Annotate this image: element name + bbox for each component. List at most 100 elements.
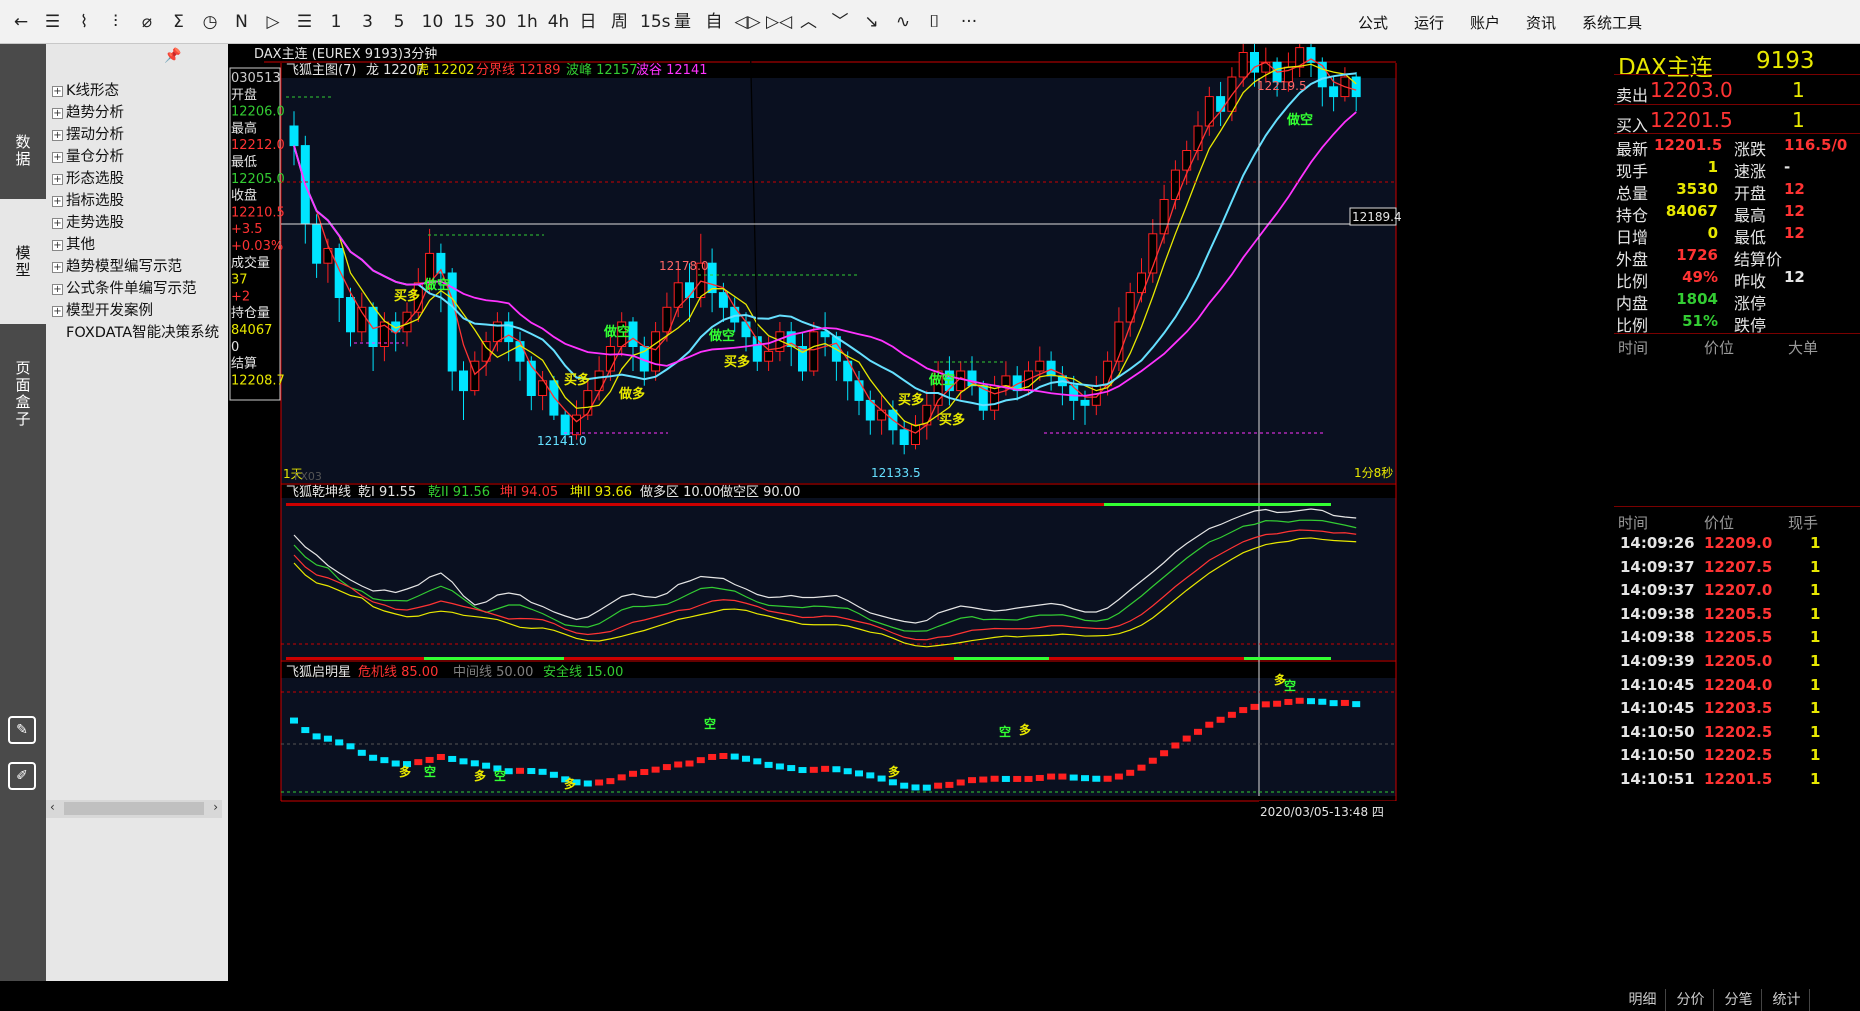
tree-item[interactable]: + 趋势分析 (52, 102, 228, 124)
expand-icon[interactable]: + (52, 262, 63, 273)
tab-model[interactable]: 模型 (0, 199, 46, 324)
toolbar-item-1[interactable]: ☰ (42, 10, 64, 34)
toolbar-item-6[interactable]: ◷ (199, 10, 221, 34)
menu-1[interactable]: 运行 (1414, 12, 1444, 33)
signal-label: 买多 (394, 288, 420, 304)
toolbar-item-19[interactable]: 周 (609, 10, 631, 34)
quote-label: 昨收 (1734, 272, 1767, 291)
expand-icon[interactable]: + (52, 108, 63, 119)
candle-body (922, 404, 932, 426)
toolbar-item-26[interactable]: ﹀ (829, 10, 851, 34)
horizontal-scrollbar[interactable]: ‹ › (46, 800, 222, 818)
toolbar-item-2[interactable]: ⌇ (73, 10, 95, 34)
expand-icon[interactable]: + (52, 284, 63, 295)
star-block (674, 761, 683, 768)
menu-3[interactable]: 资讯 (1526, 12, 1556, 33)
star-block (843, 768, 852, 775)
toolbar-item-8[interactable]: ▷ (262, 10, 284, 34)
toolbar-item-27[interactable]: ↘ (861, 10, 883, 34)
tree-item[interactable]: + 模型开发案例 (52, 300, 228, 322)
tick-price: 12207.0 (1704, 581, 1773, 600)
tree-item[interactable]: + K线形态 (52, 80, 228, 102)
star-block (956, 779, 965, 786)
tree-item[interactable]: + 其他 (52, 234, 228, 256)
formula-bulb-icon[interactable]: ✎ (8, 716, 36, 744)
toolbar-item-0[interactable]: ← (10, 10, 32, 34)
star-block (832, 766, 841, 773)
tree-item[interactable]: + 摆动分析 (52, 124, 228, 146)
tree-item[interactable]: + 趋势模型编写示范 (52, 256, 228, 278)
expand-icon[interactable]: + (52, 174, 63, 185)
expand-icon[interactable]: + (52, 218, 63, 229)
scroll-right-icon[interactable]: › (213, 800, 218, 814)
tree-item[interactable]: FOXDATA智能决策系统 (52, 322, 228, 344)
scroll-left-icon[interactable]: ‹ (50, 800, 55, 814)
expand-icon[interactable]: + (52, 130, 63, 141)
bottom-tab-3[interactable]: 统计 (1764, 989, 1810, 1011)
toolbar-item-30[interactable]: ··· (955, 10, 983, 34)
section2-header: 现手 (1788, 514, 1819, 532)
signal-label: 做多 (618, 386, 645, 402)
toolbar-item-18[interactable]: 日 (577, 10, 599, 34)
toolbar-item-29[interactable]: ⌷ (924, 10, 946, 34)
toolbar-item-25[interactable]: ︿ (798, 10, 820, 34)
star-block (1182, 735, 1191, 742)
star-block (787, 765, 796, 772)
main-legend-item: 分界线 12189 (476, 63, 561, 78)
tree-item[interactable]: + 形态选股 (52, 168, 228, 190)
tick-price: 12201.5 (1704, 770, 1773, 788)
toolbar-item-3[interactable]: ⫶ (105, 10, 127, 34)
tab-page-box[interactable]: 页面盒子 (0, 324, 46, 464)
toolbar-item-4[interactable]: ⌀ (136, 10, 158, 34)
tree-item[interactable]: + 走势选股 (52, 212, 228, 234)
toolbar-item-24[interactable]: ▷◁ (766, 10, 792, 34)
toolbar-item-15[interactable]: 30 (483, 10, 509, 34)
expand-icon[interactable]: + (52, 152, 63, 163)
bottom-tab-2[interactable]: 分笔 (1716, 989, 1762, 1011)
toolbar-item-14[interactable]: 15 (451, 10, 477, 34)
star-block (685, 760, 694, 767)
menu-4[interactable]: 系统工具 (1582, 12, 1642, 33)
main-legend-item: 波峰 12157 (566, 63, 638, 78)
toolbar-item-12[interactable]: 5 (388, 10, 410, 34)
toolbar-item-9[interactable]: ☰ (294, 10, 316, 34)
tree-item-label: 形态选股 (66, 171, 124, 187)
toolbar-item-5[interactable]: Σ (168, 10, 190, 34)
chart-area[interactable]: DAX主连 (EUREX 9193)3分钟 030513 开盘 12206.0 最高 12… (228, 0, 1614, 981)
toolbar-item-16[interactable]: 1h (514, 10, 540, 34)
toolbar-item-22[interactable]: 自 (703, 10, 725, 34)
info-box-value: +3.5 (231, 222, 263, 237)
star-block (1318, 698, 1327, 705)
star-legend-item: 安全线 15.00 (543, 664, 623, 680)
star-block (1295, 697, 1304, 704)
toolbar-item-28[interactable]: ∿ (892, 10, 914, 34)
toolbar-item-23[interactable]: ◁▷ (735, 10, 761, 34)
scrollbar-thumb[interactable] (64, 802, 204, 815)
pin-icon[interactable]: 📌 (164, 48, 181, 64)
bottom-tab-1[interactable]: 分价 (1668, 989, 1714, 1011)
toolbar-item-7[interactable]: N (231, 10, 253, 34)
expand-icon[interactable]: + (52, 86, 63, 97)
menu-0[interactable]: 公式 (1358, 12, 1388, 33)
bottom-tab-0[interactable]: 明细 (1620, 989, 1666, 1011)
tree-item[interactable]: + 指标选股 (52, 190, 228, 212)
tree-item[interactable]: + 量仓分析 (52, 146, 228, 168)
expand-icon[interactable]: + (52, 306, 63, 317)
toolbar-item-11[interactable]: 3 (357, 10, 379, 34)
expand-icon[interactable]: + (52, 196, 63, 207)
menu-2[interactable]: 账户 (1470, 12, 1500, 33)
toolbar-item-10[interactable]: 1 (325, 10, 347, 34)
toolbar-item-13[interactable]: 10 (420, 10, 446, 34)
toolbar-item-17[interactable]: 4h (546, 10, 572, 34)
star-block (1205, 721, 1214, 728)
edit-icon[interactable]: ✐ (8, 762, 36, 790)
star-block (1126, 769, 1135, 776)
star-signal: 多 (399, 764, 411, 779)
expand-icon[interactable]: + (52, 240, 63, 251)
info-box-value: 12206.0 (231, 105, 285, 120)
star-signal: 空 (999, 724, 1011, 739)
toolbar-item-20[interactable]: 15s (640, 10, 671, 34)
tree-item[interactable]: + 公式条件单编写示范 (52, 278, 228, 300)
toolbar-item-21[interactable]: 量 (672, 10, 694, 34)
kline-chart-svg[interactable]: DAX主连 (EUREX 9193)3分钟030513开盘12206.0最高12… (228, 0, 1614, 981)
